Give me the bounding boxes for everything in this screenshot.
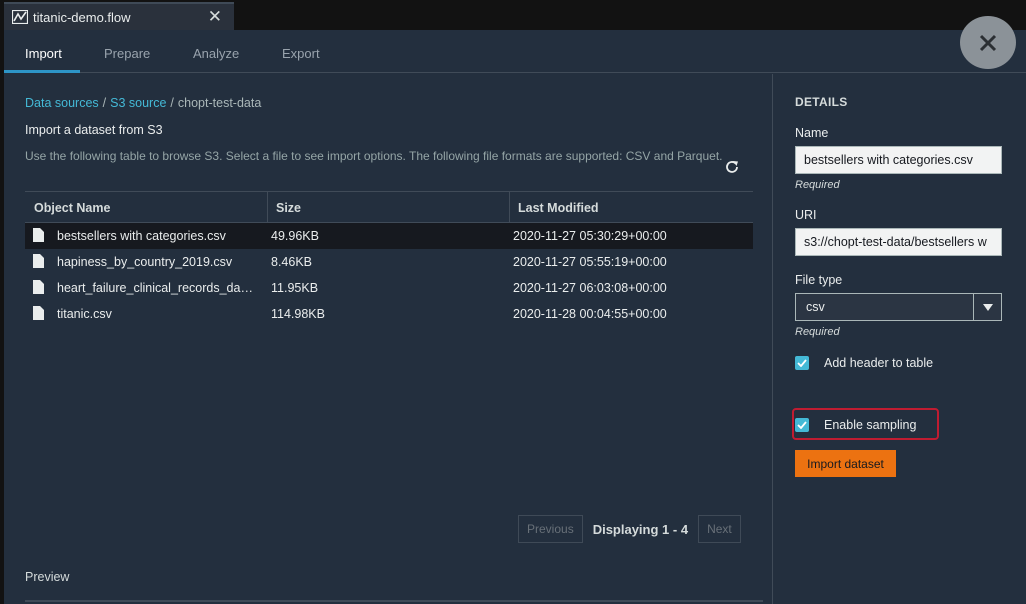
details-title: DETAILS — [795, 95, 848, 109]
previous-page-button[interactable]: Previous — [518, 515, 583, 543]
file-icon — [33, 280, 44, 294]
flow-icon — [12, 10, 28, 24]
row-size: 49.96KB — [271, 229, 319, 243]
file-type-label: File type — [795, 273, 843, 287]
column-divider — [267, 192, 268, 223]
import-panel: Data sources / S3 source / chopt-test-data I… — [4, 74, 772, 604]
close-button[interactable] — [960, 16, 1016, 69]
column-header-last-modified: Last Modified — [518, 201, 599, 215]
file-type-required-hint: Required — [795, 326, 840, 338]
pagination-status: Displaying 1 - 4 — [592, 521, 689, 537]
file-icon — [33, 228, 44, 242]
name-label: Name — [795, 126, 829, 140]
breadcrumb: Data sources / S3 source / chopt-test-data — [25, 96, 261, 110]
details-panel: DETAILS Name Required URI File type csv … — [772, 74, 1026, 604]
data-wrangler-window: Import Prepare Analyze Export Data sourc… — [4, 30, 1026, 604]
column-header-object-name: Object Name — [34, 201, 111, 215]
tab-import[interactable]: Import — [25, 46, 62, 61]
breadcrumb-s3-source[interactable]: S3 source — [110, 96, 166, 110]
file-tab-label: titanic-demo.flow — [33, 9, 131, 25]
file-type-select[interactable]: csv — [795, 293, 1002, 321]
row-object-name: bestsellers with categories.csv — [57, 229, 226, 243]
breadcrumb-current: chopt-test-data — [177, 96, 262, 110]
row-object-name: hapiness_by_country_2019.csv — [57, 255, 233, 269]
add-header-label: Add header to table — [824, 356, 934, 370]
row-object-name: titanic.csv — [57, 307, 112, 321]
name-field[interactable] — [795, 146, 1002, 174]
file-icon — [33, 254, 44, 268]
next-page-button[interactable]: Next — [698, 515, 741, 543]
enable-sampling-checkbox[interactable]: Enable sampling — [795, 414, 916, 436]
table-row[interactable]: titanic.csv 114.98KB 2020-11-28 00:04:55… — [25, 301, 753, 327]
row-size: 114.98KB — [271, 307, 325, 321]
import-dataset-button[interactable]: Import dataset — [795, 450, 896, 477]
table-row[interactable]: bestsellers with categories.csv 49.96KB … — [25, 223, 753, 249]
breadcrumb-separator: / — [170, 96, 174, 110]
close-icon — [979, 34, 997, 51]
preview-heading: Preview — [25, 570, 70, 584]
table-row[interactable]: hapiness_by_country_2019.csv 8.46KB 2020… — [25, 249, 753, 275]
tab-prepare[interactable]: Prepare — [104, 46, 150, 61]
checkmark-icon — [795, 356, 809, 370]
row-last-modified: 2020-11-27 06:03:08+00:00 — [513, 281, 667, 295]
row-size: 8.46KB — [271, 255, 313, 269]
enable-sampling-label: Enable sampling — [824, 418, 917, 432]
column-divider — [509, 192, 510, 223]
pagination: Previous Displaying 1 - 4 Next — [518, 515, 741, 543]
uri-label: URI — [795, 208, 817, 222]
s3-objects-table: Object Name Size Last Modified bestselle… — [25, 191, 753, 327]
row-last-modified: 2020-11-28 00:04:55+00:00 — [513, 307, 667, 321]
name-required-hint: Required — [795, 179, 840, 191]
tab-analyze[interactable]: Analyze — [193, 46, 239, 61]
file-type-value: csv — [806, 300, 825, 314]
tab-strip: titanic-demo.flow ✕ — [0, 0, 1026, 30]
table-row[interactable]: heart_failure_clinical_records_da… 11.95… — [25, 275, 753, 301]
caret-down-icon — [973, 294, 1001, 320]
add-header-checkbox[interactable]: Add header to table — [795, 352, 933, 374]
row-size: 11.95KB — [271, 281, 319, 295]
row-object-name: heart_failure_clinical_records_da… — [57, 281, 253, 295]
tab-export[interactable]: Export — [282, 46, 320, 61]
checkmark-icon — [795, 418, 809, 432]
uri-field[interactable] — [795, 228, 1002, 256]
page-description: Use the following table to browse S3. Se… — [25, 149, 723, 163]
top-nav: Import Prepare Analyze Export — [4, 30, 1026, 73]
refresh-icon[interactable] — [724, 159, 740, 175]
row-last-modified: 2020-11-27 05:30:29+00:00 — [513, 229, 667, 243]
column-header-size: Size — [276, 201, 302, 215]
preview-divider — [25, 600, 763, 602]
table-header: Object Name Size Last Modified — [25, 191, 753, 223]
file-icon — [33, 306, 44, 320]
breadcrumb-separator: / — [102, 96, 107, 110]
tab-close-icon[interactable]: ✕ — [208, 8, 222, 26]
row-last-modified: 2020-11-27 05:55:19+00:00 — [513, 255, 667, 269]
page-title: Import a dataset from S3 — [25, 123, 163, 137]
active-tab-indicator — [4, 70, 80, 73]
breadcrumb-data-sources[interactable]: Data sources — [25, 96, 99, 110]
file-tab[interactable]: titanic-demo.flow ✕ — [4, 2, 234, 30]
